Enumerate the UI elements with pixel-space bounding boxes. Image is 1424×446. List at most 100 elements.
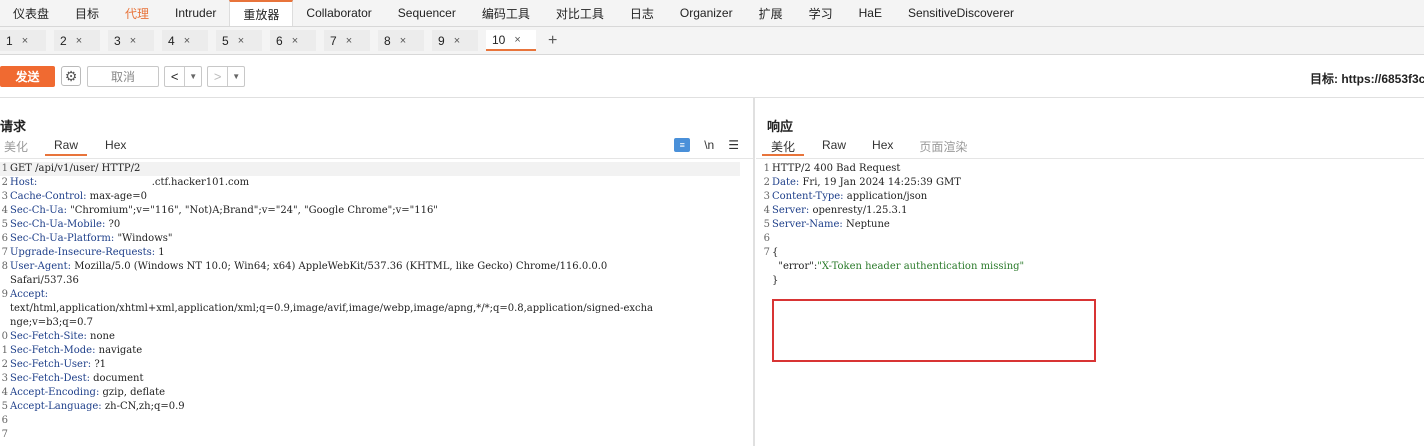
- header-key: Sec-Fetch-User:: [10, 359, 92, 370]
- line-number: 7: [1, 247, 8, 258]
- request-tab-1[interactable]: Raw: [45, 138, 88, 156]
- close-icon[interactable]: ×: [514, 34, 520, 46]
- tab-label: 2: [60, 33, 67, 48]
- repeater-tab-9[interactable]: 9 ×: [432, 30, 478, 51]
- chevron-left-icon: <: [170, 69, 179, 84]
- response-editor[interactable]: 1 HTTP/2 400 Bad Request 2 Date: Fri, 19 Ja…: [756, 158, 1424, 446]
- line-value: navigate: [98, 345, 143, 356]
- request-tab-0[interactable]: 美化: [4, 138, 28, 156]
- header-key: Host:: [10, 177, 38, 188]
- tab-label: 6: [276, 33, 283, 48]
- close-icon[interactable]: ×: [184, 35, 190, 47]
- menu-icon[interactable]: ☰: [728, 138, 739, 152]
- code-line: 1 Sec-Fetch-Mode: navigate: [0, 344, 740, 358]
- line-number: 1: [1, 345, 8, 356]
- repeater-tabs: 1 × 2 × 3 × 4 × 5 × 6 × 7 × 8 × 9 × 10 × +: [0, 27, 1424, 55]
- json-string: "X-Token header authentication missing": [817, 261, 1025, 272]
- nav-tab-9[interactable]: 日志: [617, 0, 667, 26]
- line-number: 6: [763, 233, 770, 244]
- repeater-tab-5[interactable]: 5 ×: [216, 30, 262, 51]
- line-value: gzip, deflate: [102, 387, 166, 398]
- line-value: GET /api/v1/user/ HTTP/2: [10, 163, 141, 174]
- nav-tab-12[interactable]: 学习: [796, 0, 846, 26]
- cancel-button[interactable]: 取消: [87, 66, 159, 87]
- close-icon[interactable]: ×: [346, 35, 352, 47]
- dropdown-arrow-icon[interactable]: ▼: [227, 67, 244, 86]
- repeater-tab-10[interactable]: 10 ×: [486, 30, 536, 51]
- dropdown-arrow-icon[interactable]: ▼: [184, 67, 201, 86]
- code-line: 1 HTTP/2 400 Bad Request: [762, 162, 1024, 176]
- nav-tab-4[interactable]: 重放器: [229, 0, 294, 26]
- code-line: 6 Sec-Ch-Ua-Platform: "Windows": [0, 232, 740, 246]
- repeater-tab-3[interactable]: 3 ×: [108, 30, 154, 51]
- editor-icons: ≡ \n ☰: [674, 138, 739, 152]
- add-tab-icon[interactable]: +: [548, 32, 557, 50]
- line-number: 7: [1, 429, 8, 440]
- send-button[interactable]: 发送: [0, 66, 55, 87]
- line-value: Fri, 19 Jan 2024 14:25:39 GMT: [802, 177, 961, 188]
- nav-tab-3[interactable]: Intruder: [162, 0, 229, 26]
- nav-tab-8[interactable]: 对比工具: [543, 0, 617, 26]
- code-line: 7: [0, 428, 740, 442]
- header-key: Upgrade-Insecure-Requests:: [10, 247, 156, 258]
- line-value: zh-CN,zh;q=0.9: [104, 401, 185, 412]
- close-icon[interactable]: ×: [238, 35, 244, 47]
- response-tab-3[interactable]: 页面渲染: [919, 138, 967, 156]
- repeater-tab-7[interactable]: 7 ×: [324, 30, 370, 51]
- repeater-tab-2[interactable]: 2 ×: [54, 30, 100, 51]
- line-value: document: [93, 373, 144, 384]
- close-icon[interactable]: ×: [130, 35, 136, 47]
- nav-tab-10[interactable]: Organizer: [667, 0, 746, 26]
- code-line: }: [762, 274, 1024, 288]
- nav-tab-0[interactable]: 仪表盘: [0, 0, 62, 26]
- forward-button[interactable]: > ▼: [207, 66, 245, 87]
- close-icon[interactable]: ×: [454, 35, 460, 47]
- header-key: Server-Name:: [772, 219, 843, 230]
- line-value: HTTP/2 400 Bad Request: [772, 163, 901, 174]
- repeater-tab-6[interactable]: 6 ×: [270, 30, 316, 51]
- chevron-right-icon: >: [213, 69, 222, 84]
- nav-tab-6[interactable]: Sequencer: [385, 0, 469, 26]
- nav-tab-5[interactable]: Collaborator: [293, 0, 384, 26]
- nav-tab-1[interactable]: 目标: [62, 0, 112, 26]
- response-tab-2[interactable]: Hex: [872, 138, 893, 156]
- line-number: 9: [1, 289, 8, 300]
- nav-tab-13[interactable]: HaE: [846, 0, 895, 26]
- code-line: 8 User-Agent: Mozilla/5.0 (Windows NT 10.…: [0, 260, 740, 274]
- repeater-tab-8[interactable]: 8 ×: [378, 30, 424, 51]
- code-line: 4 Server: openresty/1.25.3.1: [762, 204, 1024, 218]
- tab-label: 9: [438, 33, 445, 48]
- line-number: 3: [1, 373, 8, 384]
- close-icon[interactable]: ×: [400, 35, 406, 47]
- line-number: 4: [1, 387, 8, 398]
- request-editor[interactable]: 1 GET /api/v1/user/ HTTP/2 2 Host: .ctf.hac…: [0, 158, 753, 446]
- toolbar: 发送 ⚙ 取消 < ▼ > ▼ 目标: https://6853f3c: [0, 55, 1424, 98]
- newline-toggle-icon[interactable]: \n: [704, 138, 714, 152]
- back-button[interactable]: < ▼: [164, 66, 202, 87]
- response-tab-1[interactable]: Raw: [822, 138, 846, 156]
- line-number: 6: [1, 415, 8, 426]
- repeater-tab-4[interactable]: 4 ×: [162, 30, 208, 51]
- response-tab-0[interactable]: 美化: [762, 138, 805, 156]
- close-icon[interactable]: ×: [22, 35, 28, 47]
- line-number: 2: [1, 177, 8, 188]
- code-line: 4 Sec-Ch-Ua: "Chromium";v="116", "Not)A;B…: [0, 204, 740, 218]
- header-key: Server:: [772, 205, 810, 216]
- top-navigation: 仪表盘 目标 代理 Intruder 重放器 Collaborator Sequencer 编…: [0, 0, 1424, 27]
- nav-tab-14[interactable]: SensitiveDiscoverer: [895, 0, 1027, 26]
- close-icon[interactable]: ×: [292, 35, 298, 47]
- close-icon[interactable]: ×: [76, 35, 82, 47]
- line-number: 5: [1, 219, 8, 230]
- line-number: 1: [1, 163, 8, 174]
- nav-tab-2[interactable]: 代理: [112, 0, 162, 26]
- settings-gear-icon[interactable]: ⚙: [61, 66, 81, 86]
- nav-tab-11[interactable]: 扩展: [746, 0, 796, 26]
- code-line: 5 Sec-Ch-Ua-Mobile: ?0: [0, 218, 740, 232]
- header-key: Content-Type:: [772, 191, 844, 202]
- repeater-tab-1[interactable]: 1 ×: [0, 30, 46, 51]
- pane-divider[interactable]: [753, 98, 755, 446]
- request-tab-2[interactable]: Hex: [105, 138, 126, 156]
- wrap-icon[interactable]: ≡: [674, 138, 691, 152]
- nav-tab-7[interactable]: 编码工具: [469, 0, 543, 26]
- target-label[interactable]: 目标: https://6853f3c: [1310, 70, 1424, 87]
